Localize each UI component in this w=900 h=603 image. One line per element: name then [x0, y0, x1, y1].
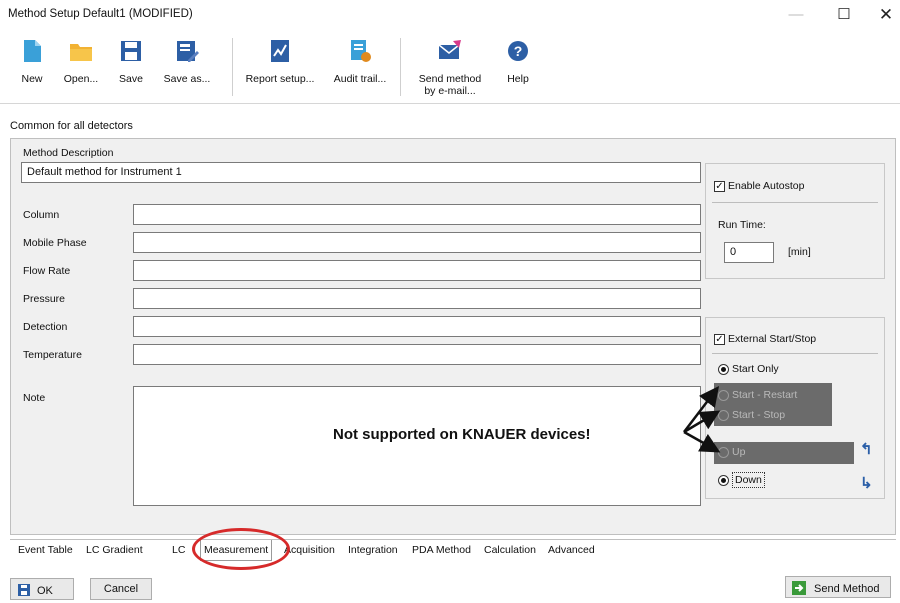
- tab-advanced[interactable]: Advanced: [548, 544, 595, 556]
- tab-lc-gradient[interactable]: LC Gradient: [86, 544, 143, 556]
- tab-integration[interactable]: Integration: [348, 544, 398, 556]
- tab-acquisition[interactable]: Acquisition: [284, 544, 335, 556]
- tab-pda-method[interactable]: PDA Method: [412, 544, 471, 556]
- floppy-disk-icon: [18, 584, 30, 596]
- annotation-arrows: [683, 386, 721, 453]
- ok-button[interactable]: OK: [10, 578, 74, 600]
- tab-event-table[interactable]: Event Table: [18, 544, 73, 556]
- tab-calculation[interactable]: Calculation: [484, 544, 536, 556]
- tab-lc[interactable]: LC: [172, 544, 185, 556]
- send-arrow-icon: [792, 581, 806, 595]
- annotation-arrow: [683, 410, 721, 434]
- annotation-arrow: [683, 386, 720, 433]
- tab-strip: Event Table LC Gradient LC Measurement A…: [10, 539, 896, 561]
- cancel-button[interactable]: Cancel: [90, 578, 152, 600]
- send-method-button[interactable]: Send Method: [785, 576, 891, 598]
- annotation-arrow: [683, 430, 721, 453]
- highlight-circle: [192, 528, 290, 570]
